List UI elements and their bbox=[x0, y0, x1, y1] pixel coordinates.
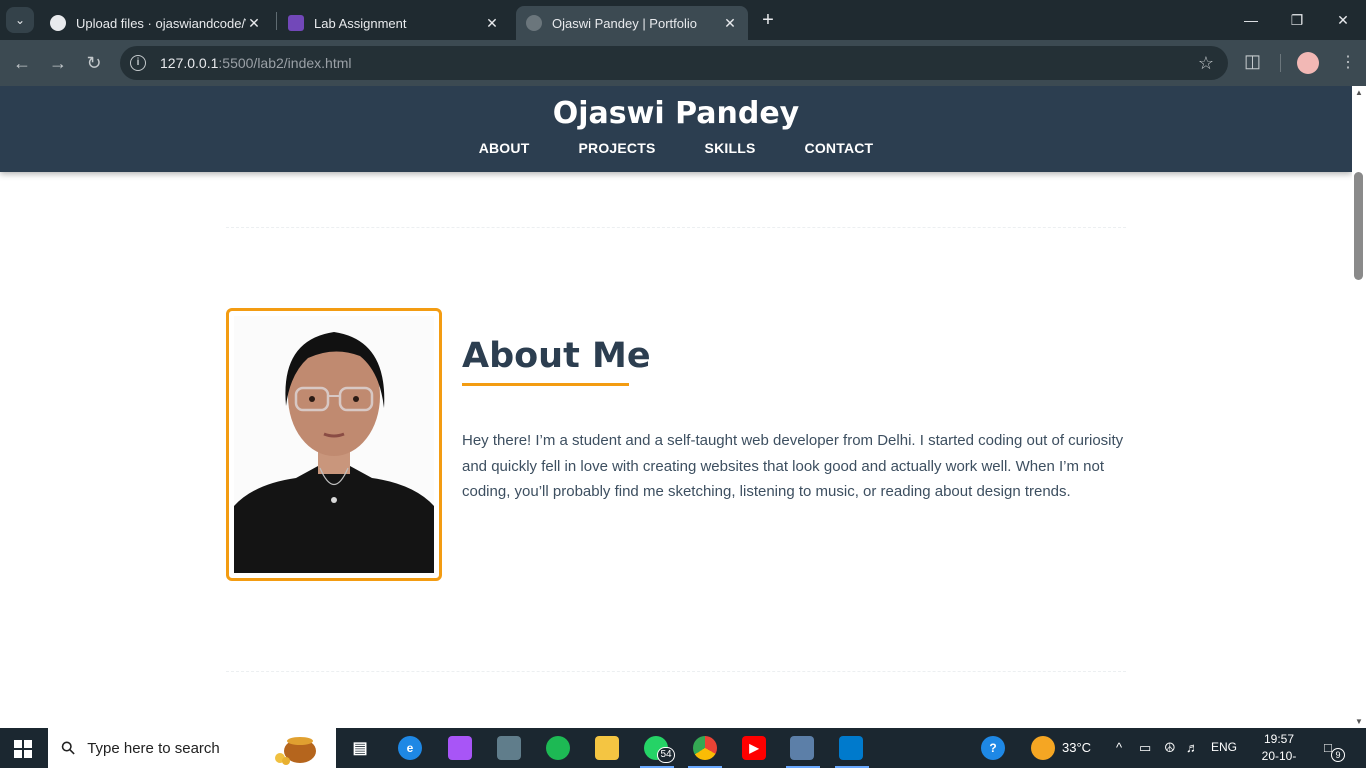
extensions-icon[interactable]: ◫ bbox=[1244, 51, 1261, 72]
windows-start-icon[interactable] bbox=[14, 740, 32, 758]
vscode-icon[interactable] bbox=[839, 736, 863, 760]
search-icon: ⚲ bbox=[56, 735, 80, 760]
show-hidden-icons[interactable]: ^ bbox=[1116, 740, 1122, 755]
youtube-icon[interactable]: ▶ bbox=[742, 736, 766, 760]
github-icon bbox=[50, 15, 66, 31]
close-tab-icon[interactable]: ✕ bbox=[484, 15, 500, 32]
search-placeholder: Type here to search bbox=[87, 739, 220, 757]
profile-photo-frame bbox=[226, 308, 442, 581]
tab-title: Lab Assignment bbox=[314, 15, 407, 31]
tab-search-button[interactable]: ⌄ bbox=[6, 7, 34, 33]
address-bar[interactable]: i 127.0.0.1:5500/lab2/index.html ☆ bbox=[120, 46, 1228, 80]
browser-tab-bar: ⌄ Upload files · ojaswiandcode/W ✕ Lab A… bbox=[0, 0, 1366, 40]
close-tab-icon[interactable]: ✕ bbox=[722, 15, 738, 32]
toolbar-separator bbox=[1280, 54, 1281, 72]
section-divider bbox=[226, 671, 1126, 672]
camera-icon[interactable] bbox=[497, 736, 521, 760]
browser-toolbar: ← → ↻ i 127.0.0.1:5500/lab2/index.html ☆ bbox=[0, 40, 1366, 86]
file-explorer-icon[interactable] bbox=[595, 736, 619, 760]
url-text[interactable]: 127.0.0.1:5500/lab2/index.html bbox=[160, 55, 351, 71]
weather-icon[interactable] bbox=[1031, 736, 1055, 760]
tab-lab-assignment[interactable]: Lab Assignment ✕ bbox=[278, 6, 510, 40]
language-indicator[interactable]: ENG bbox=[1211, 740, 1237, 754]
nav-link-projects[interactable]: PROJECTS bbox=[578, 140, 655, 156]
about-paragraph: Hey there! I’m a student and a self-taug… bbox=[462, 432, 1124, 500]
site-header: Ojaswi Pandey ABOUT PROJECTS SKILLS CONT… bbox=[0, 86, 1352, 172]
spotify-icon[interactable] bbox=[546, 736, 570, 760]
site-title: Ojaswi Pandey bbox=[552, 96, 800, 131]
new-tab-button[interactable]: + bbox=[758, 9, 778, 31]
whatsapp-badge: 54 bbox=[657, 747, 675, 763]
menu-icon[interactable]: ⋮ bbox=[1340, 52, 1356, 72]
tab-title: Ojaswi Pandey | Portfolio bbox=[552, 15, 697, 31]
copilot-icon[interactable] bbox=[448, 736, 472, 760]
task-view-icon[interactable]: ▤ bbox=[348, 736, 372, 760]
tab-separator bbox=[276, 12, 277, 30]
forward-button[interactable]: → bbox=[46, 51, 70, 75]
scroll-up-arrow[interactable]: ▲ bbox=[1352, 88, 1366, 97]
minimize-button[interactable]: — bbox=[1228, 8, 1274, 32]
bookmark-star-icon[interactable]: ☆ bbox=[1198, 53, 1214, 74]
profile-photo bbox=[234, 316, 434, 573]
forms-icon bbox=[288, 15, 304, 31]
restore-button[interactable]: ❐ bbox=[1274, 8, 1320, 32]
weather-temp[interactable]: 33°C bbox=[1062, 740, 1091, 755]
nav-link-contact[interactable]: CONTACT bbox=[805, 140, 874, 156]
profile-avatar[interactable] bbox=[1297, 52, 1319, 74]
gold-pot-icon bbox=[275, 737, 316, 765]
help-icon[interactable]: ? bbox=[981, 736, 1005, 760]
scroll-down-arrow[interactable]: ▼ bbox=[1352, 717, 1366, 726]
clock-time: 19:57 bbox=[1263, 732, 1295, 746]
wifi-icon[interactable]: ☮ bbox=[1164, 740, 1176, 756]
site-info-icon[interactable]: i bbox=[130, 55, 146, 71]
reload-button[interactable]: ↻ bbox=[82, 51, 106, 75]
taskbar-search-box[interactable]: ⚲ Type here to search bbox=[48, 728, 336, 768]
battery-icon[interactable]: ▭ bbox=[1139, 740, 1151, 756]
clock[interactable]: 19:57 20-10-2025 bbox=[1250, 731, 1308, 768]
edge-icon[interactable]: e bbox=[398, 736, 422, 760]
notification-badge: 9 bbox=[1331, 748, 1345, 762]
chrome-icon[interactable] bbox=[693, 736, 717, 760]
clock-date: 20-10-2025 bbox=[1261, 749, 1297, 768]
scroll-thumb[interactable] bbox=[1354, 172, 1363, 280]
page-viewport: Ojaswi Pandey ABOUT PROJECTS SKILLS CONT… bbox=[0, 86, 1352, 728]
back-button[interactable]: ← bbox=[10, 51, 34, 75]
close-tab-icon[interactable]: ✕ bbox=[246, 15, 262, 32]
globe-icon bbox=[526, 15, 542, 31]
tab-portfolio[interactable]: Ojaswi Pandey | Portfolio ✕ bbox=[516, 6, 748, 40]
heading-underline bbox=[462, 383, 629, 386]
nav-link-skills[interactable]: SKILLS bbox=[705, 140, 756, 156]
section-divider bbox=[226, 227, 1126, 228]
page-scrollbar[interactable]: ▲ ▼ bbox=[1352, 86, 1366, 728]
about-heading: About Me bbox=[462, 336, 651, 376]
site-nav: ABOUT PROJECTS SKILLS CONTACT bbox=[0, 140, 1352, 156]
close-window-button[interactable]: ✕ bbox=[1320, 8, 1366, 32]
windows-taskbar: ⚲ Type here to search ▤ e 54 ▶ ? 33°C ^ … bbox=[0, 728, 1366, 768]
app-icon[interactable] bbox=[790, 736, 814, 760]
tab-upload-files[interactable]: Upload files · ojaswiandcode/W ✕ bbox=[40, 6, 272, 40]
volume-icon[interactable]: ♬ bbox=[1186, 740, 1199, 755]
nav-link-about[interactable]: ABOUT bbox=[479, 140, 530, 156]
tab-title: Upload files · ojaswiandcode/W bbox=[76, 15, 246, 31]
